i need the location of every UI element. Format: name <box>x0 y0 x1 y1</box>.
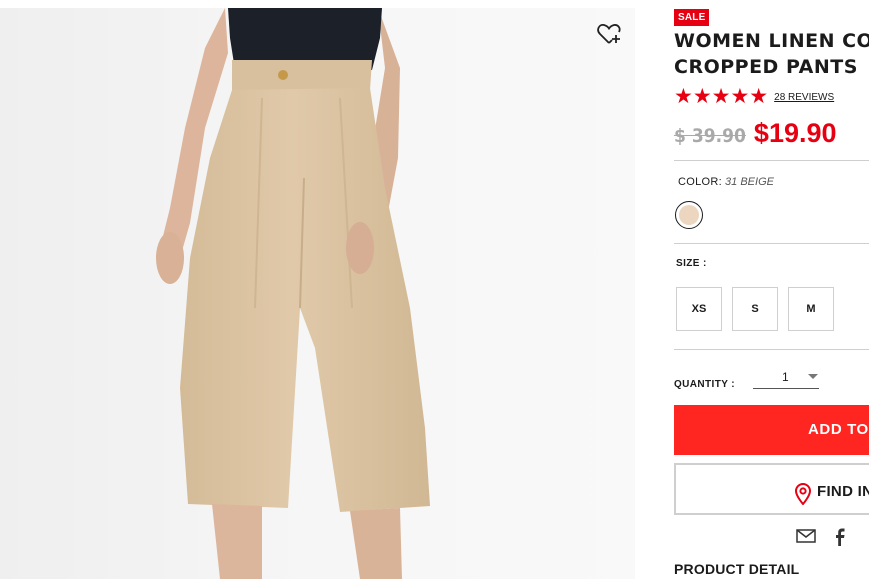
product-image <box>0 8 635 579</box>
find-in-store-label: FIND IN <box>817 483 869 500</box>
share-facebook[interactable] <box>834 528 846 551</box>
rating: ★★★★★ 28 REVIEWS <box>674 86 834 108</box>
wishlist-button[interactable] <box>596 22 624 50</box>
quantity-value: 1 <box>782 370 789 384</box>
product-info-panel: SALE WOMEN LINEN COTT CROPPED PANTS ★★★★… <box>674 0 869 579</box>
reviews-link[interactable]: 28 REVIEWS <box>774 92 834 103</box>
pants-photo <box>0 8 635 579</box>
add-to-cart-button[interactable]: ADD TO <box>674 405 869 455</box>
add-to-cart-label: ADD TO <box>808 421 869 438</box>
product-title: WOMEN LINEN COTT CROPPED PANTS <box>674 30 869 78</box>
map-pin-icon <box>794 483 812 505</box>
product-detail-heading[interactable]: PRODUCT DETAIL <box>674 561 799 577</box>
original-price: $ 39.90 <box>674 125 746 147</box>
sale-badge: SALE <box>674 9 710 26</box>
size-option-xs[interactable]: XS <box>676 287 722 331</box>
envelope-icon <box>796 529 816 543</box>
share-email[interactable] <box>796 528 816 549</box>
price: $ 39.90 $19.90 <box>674 118 837 149</box>
color-label: COLOR: 31 BEIGE <box>678 176 774 188</box>
chevron-down-icon <box>808 374 818 379</box>
divider <box>674 349 869 350</box>
quantity-select[interactable]: 1 <box>753 366 819 389</box>
size-label: SIZE : <box>676 258 707 269</box>
divider <box>674 160 869 161</box>
color-label-text: COLOR: <box>678 176 722 188</box>
quantity-label: QUANTITY : <box>674 379 736 390</box>
heart-plus-icon <box>597 24 621 44</box>
rating-stars: ★★★★★ <box>674 85 769 108</box>
swatch-fill <box>679 205 699 225</box>
divider <box>674 243 869 244</box>
find-in-store-button[interactable]: FIND IN <box>674 463 869 515</box>
size-option-s[interactable]: S <box>732 287 778 331</box>
facebook-icon <box>836 528 845 546</box>
color-value: 31 BEIGE <box>725 176 774 188</box>
sale-price: $19.90 <box>753 118 837 148</box>
size-option-m[interactable]: M <box>788 287 834 331</box>
color-swatch-beige[interactable] <box>675 201 703 229</box>
